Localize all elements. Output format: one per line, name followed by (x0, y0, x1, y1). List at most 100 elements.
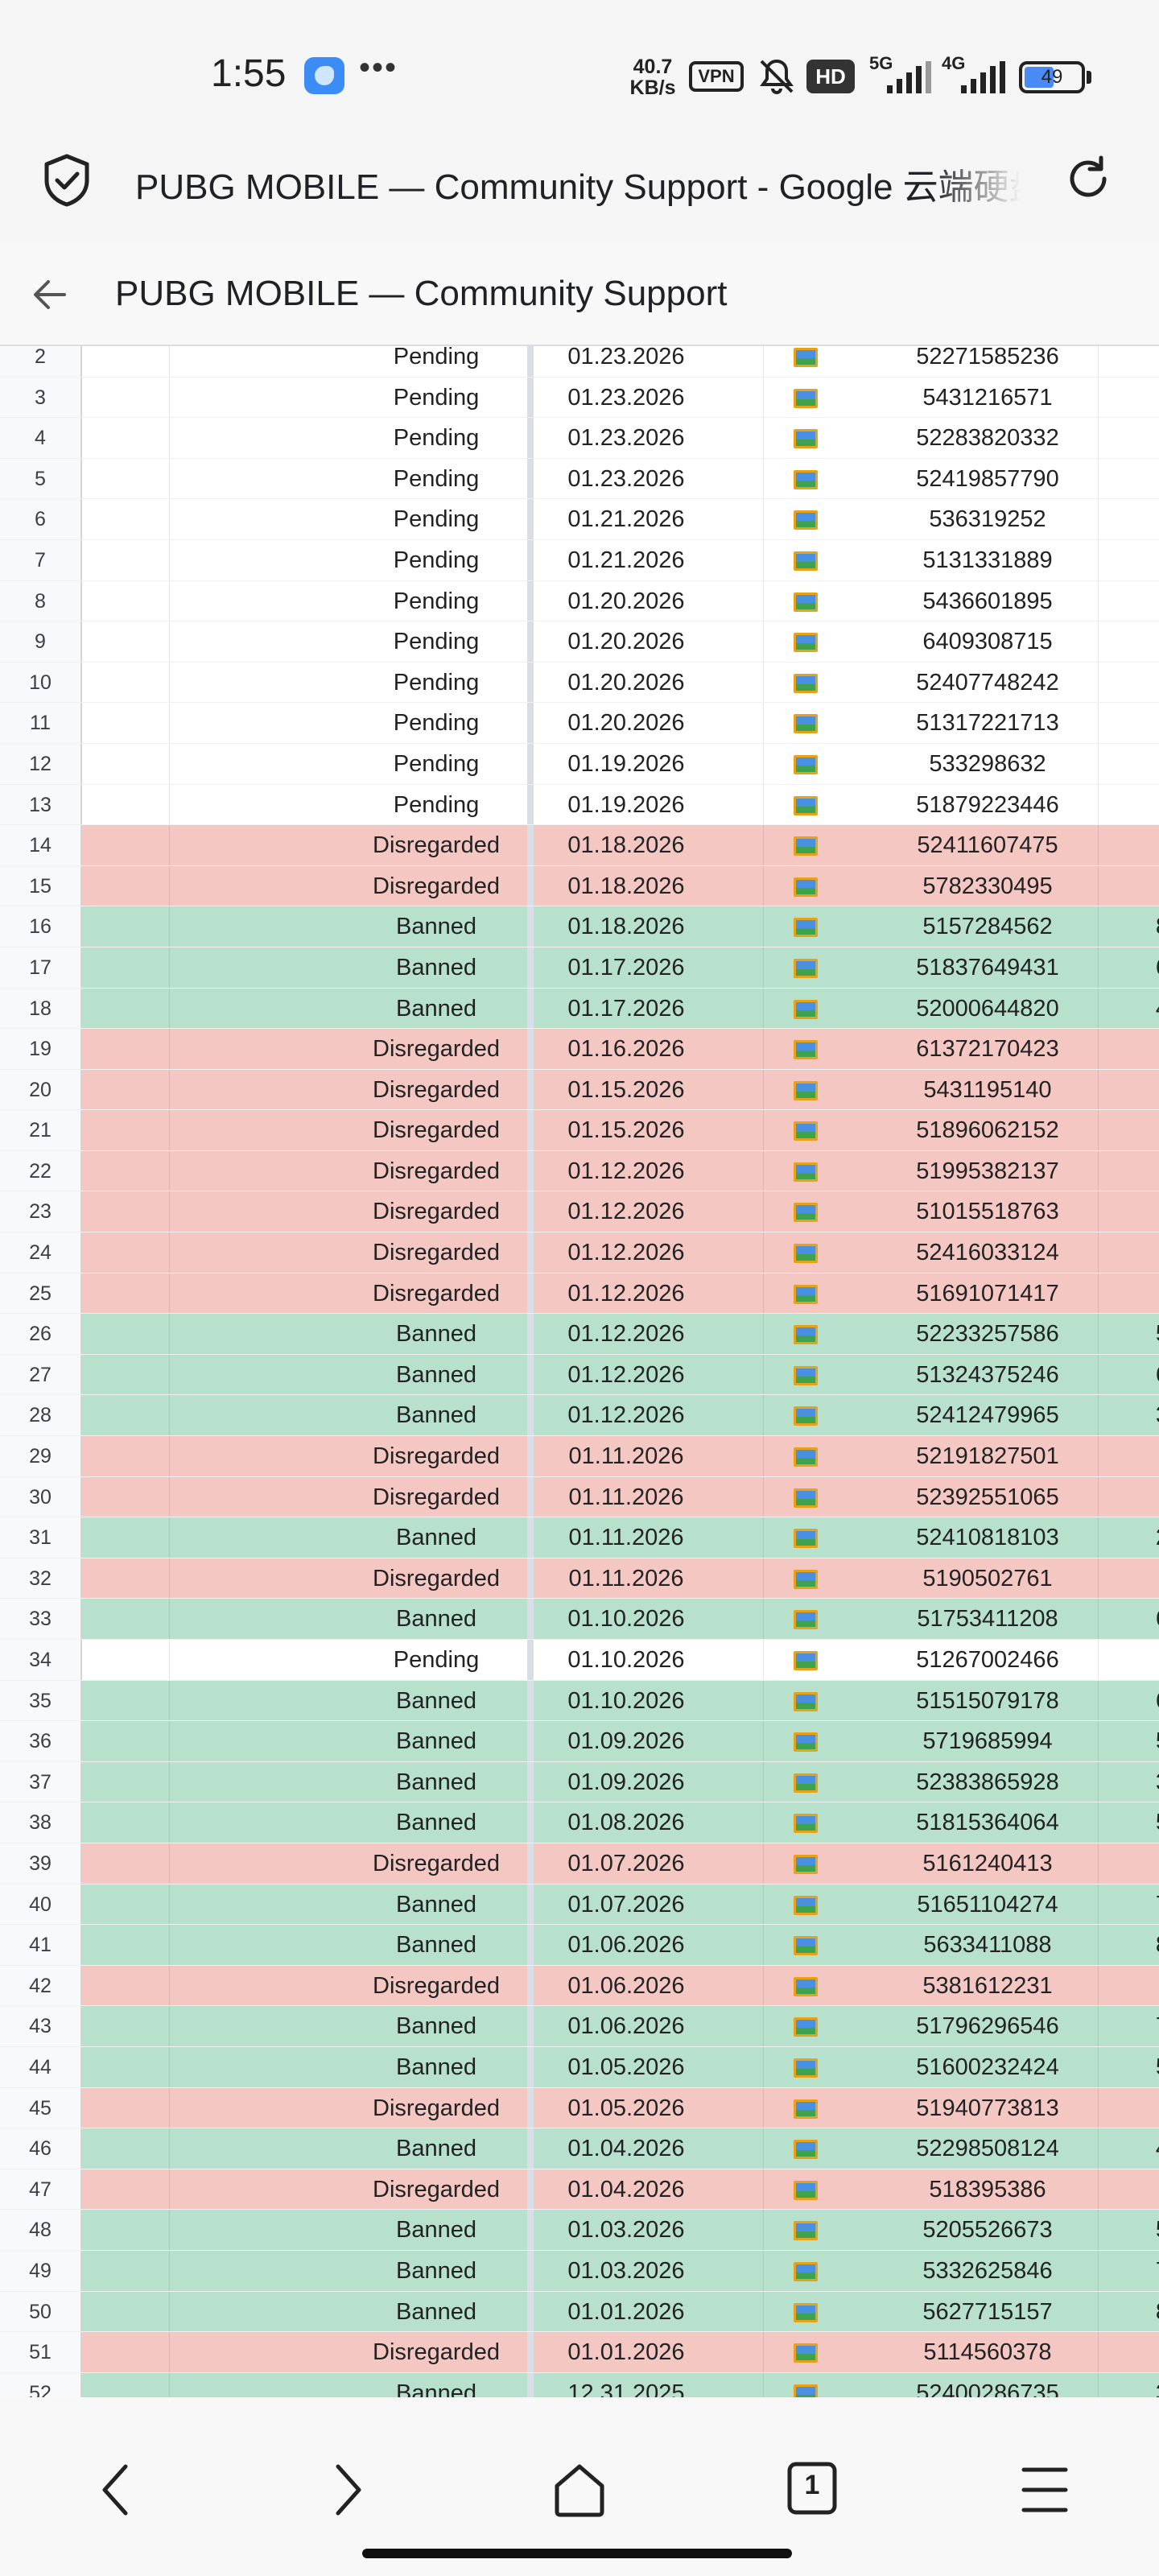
row-number[interactable]: 6 (0, 499, 82, 539)
player-id-cell[interactable]: 51651104274 (879, 1885, 1096, 1925)
frozen-column-divider[interactable] (527, 988, 534, 1029)
frozen-column-divider[interactable] (527, 499, 534, 539)
row-number[interactable]: 18 (0, 988, 82, 1029)
table-row[interactable]: 32 Disregarded 01.11.2026 5190502761 (0, 1558, 1159, 1600)
score-cell[interactable]: 77 (1128, 1885, 1159, 1925)
table-row[interactable]: 9 Pending 01.20.2026 6409308715 (0, 621, 1159, 663)
table-row[interactable]: 8 Pending 01.20.2026 5436601895 (0, 580, 1159, 622)
table-row[interactable]: 43 Banned 01.06.2026 51796296546 71 (0, 2006, 1159, 2047)
frozen-column-divider[interactable] (527, 2006, 534, 2046)
image-icon[interactable] (794, 2343, 818, 2363)
date-cell[interactable]: 01.21.2026 (538, 499, 715, 539)
frozen-column-divider[interactable] (527, 1110, 534, 1150)
date-cell[interactable]: 01.01.2026 (538, 2332, 715, 2372)
row-number[interactable]: 10 (0, 662, 82, 703)
image-icon[interactable] (794, 388, 818, 408)
table-row[interactable]: 41 Banned 01.06.2026 5633411088 82 (0, 1925, 1159, 1966)
date-cell[interactable]: 01.12.2026 (538, 1395, 715, 1435)
row-number[interactable]: 17 (0, 947, 82, 988)
date-cell[interactable]: 01.01.2026 (538, 2292, 715, 2332)
player-id-cell[interactable]: 52410818103 (879, 1517, 1096, 1558)
row-number[interactable]: 45 (0, 2087, 82, 2128)
score-cell[interactable]: 82 (1128, 906, 1159, 947)
image-icon[interactable] (794, 2180, 818, 2200)
frozen-column-divider[interactable] (527, 1925, 534, 1965)
frozen-column-divider[interactable] (527, 1069, 534, 1110)
table-row[interactable]: 24 Disregarded 01.12.2026 52416033124 (0, 1232, 1159, 1274)
table-row[interactable]: 7 Pending 01.21.2026 5131331889 (0, 539, 1159, 581)
row-number[interactable]: 27 (0, 1354, 82, 1395)
date-cell[interactable]: 01.21.2026 (538, 540, 715, 580)
frozen-column-divider[interactable] (527, 743, 534, 784)
table-row[interactable]: 4 Pending 01.23.2026 52283820332 (0, 418, 1159, 459)
score-cell[interactable]: 68 (1128, 947, 1159, 988)
status-cell[interactable]: Banned (348, 2128, 525, 2169)
status-cell[interactable]: Banned (348, 1395, 525, 1435)
row-number[interactable]: 52 (0, 2372, 82, 2397)
table-row[interactable]: 42 Disregarded 01.06.2026 5381612231 (0, 1965, 1159, 2007)
table-row[interactable]: 40 Banned 01.07.2026 51651104274 77 (0, 1884, 1159, 1926)
image-icon[interactable] (794, 592, 818, 612)
frozen-column-divider[interactable] (527, 1680, 534, 1721)
score-cell[interactable]: 86 (1128, 2292, 1159, 2332)
player-id-cell[interactable]: 5161240413 (879, 1843, 1096, 1884)
frozen-column-divider[interactable] (527, 1273, 534, 1314)
row-number[interactable]: 48 (0, 2210, 82, 2250)
date-cell[interactable]: 01.07.2026 (538, 1885, 715, 1925)
status-cell[interactable]: Banned (348, 2292, 525, 2332)
player-id-cell[interactable]: 533298632 (879, 744, 1096, 784)
status-cell[interactable]: Pending (348, 621, 525, 662)
reload-icon[interactable] (1062, 153, 1114, 208)
frozen-column-divider[interactable] (527, 346, 534, 377)
table-row[interactable]: 26 Banned 01.12.2026 52233257586 56 (0, 1314, 1159, 1355)
table-row[interactable]: 28 Banned 01.12.2026 52412479965 34 (0, 1395, 1159, 1437)
status-cell[interactable]: Disregarded (348, 1477, 525, 1517)
image-icon[interactable] (794, 1244, 818, 1264)
frozen-column-divider[interactable] (527, 1802, 534, 1843)
image-icon[interactable] (794, 1895, 818, 1915)
date-cell[interactable]: 01.11.2026 (538, 1517, 715, 1558)
image-icon[interactable] (794, 1488, 818, 1508)
image-icon[interactable] (794, 510, 818, 530)
player-id-cell[interactable]: 5431216571 (879, 378, 1096, 418)
date-cell[interactable]: 01.09.2026 (538, 1721, 715, 1761)
status-cell[interactable]: Disregarded (348, 1070, 525, 1110)
home-indicator[interactable] (362, 2549, 792, 2558)
player-id-cell[interactable]: 51796296546 (879, 2006, 1096, 2046)
status-cell[interactable]: Banned (348, 989, 525, 1029)
status-cell[interactable]: Banned (348, 1681, 525, 1721)
status-cell[interactable]: Banned (348, 1762, 525, 1802)
player-id-cell[interactable]: 52283820332 (879, 418, 1096, 458)
status-cell[interactable]: Banned (348, 1599, 525, 1639)
row-number[interactable]: 22 (0, 1150, 82, 1191)
image-icon[interactable] (794, 1080, 818, 1100)
date-cell[interactable]: 01.19.2026 (538, 785, 715, 825)
row-number[interactable]: 40 (0, 1884, 82, 1925)
table-row[interactable]: 19 Disregarded 01.16.2026 61372170423 (0, 1029, 1159, 1070)
date-cell[interactable]: 01.06.2026 (538, 2006, 715, 2046)
frozen-column-divider[interactable] (527, 377, 534, 418)
table-row[interactable]: 20 Disregarded 01.15.2026 5431195140 (0, 1069, 1159, 1111)
image-icon[interactable] (794, 1773, 818, 1793)
status-cell[interactable]: Disregarded (348, 825, 525, 865)
date-cell[interactable]: 01.04.2026 (538, 2169, 715, 2210)
frozen-column-divider[interactable] (527, 539, 534, 580)
player-id-cell[interactable]: 5332625846 (879, 2251, 1096, 2291)
frozen-column-divider[interactable] (527, 1314, 534, 1354)
forward-chevron-icon[interactable] (325, 2462, 370, 2522)
player-id-cell[interactable]: 5131331889 (879, 540, 1096, 580)
player-id-cell[interactable]: 51753411208 (879, 1599, 1096, 1639)
player-id-cell[interactable]: 61372170423 (879, 1029, 1096, 1069)
status-cell[interactable]: Banned (348, 2210, 525, 2250)
frozen-column-divider[interactable] (527, 1150, 534, 1191)
player-id-cell[interactable]: 52411607475 (879, 825, 1096, 865)
player-id-cell[interactable]: 5381612231 (879, 1966, 1096, 2006)
table-row[interactable]: 51 Disregarded 01.01.2026 5114560378 (0, 2332, 1159, 2373)
status-cell[interactable]: Banned (348, 2251, 525, 2291)
player-id-cell[interactable]: 51324375246 (879, 1355, 1096, 1395)
date-cell[interactable]: 01.12.2026 (538, 1274, 715, 1314)
player-id-cell[interactable]: 5190502761 (879, 1558, 1096, 1599)
frozen-column-divider[interactable] (527, 2332, 534, 2372)
date-cell[interactable]: 01.19.2026 (538, 744, 715, 784)
frozen-column-divider[interactable] (527, 458, 534, 499)
